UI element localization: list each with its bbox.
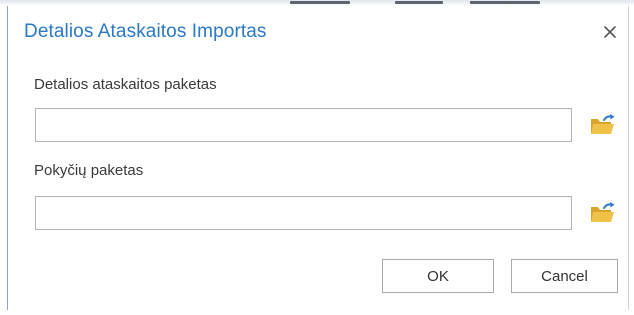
detailed-report-package-browse-button[interactable] (588, 111, 618, 139)
close-button[interactable] (598, 20, 622, 44)
background-window-mark (290, 1, 350, 4)
close-icon (604, 26, 616, 38)
screen: Detalios Ataskaitos Importas Detalios at… (0, 0, 634, 315)
background-window-mark (395, 1, 443, 4)
import-dialog: Detalios Ataskaitos Importas Detalios at… (7, 6, 629, 310)
dialog-title: Detalios Ataskaitos Importas (24, 21, 267, 42)
ok-button[interactable]: OK (382, 259, 494, 293)
folder-open-icon (591, 114, 615, 134)
folder-open-icon (591, 202, 615, 222)
changes-package-input[interactable] (35, 196, 572, 230)
detailed-report-package-input[interactable] (35, 108, 572, 142)
cancel-button[interactable]: Cancel (511, 259, 618, 293)
detailed-report-package-label: Detalios ataskaitos paketas (34, 76, 217, 93)
changes-package-browse-button[interactable] (588, 199, 618, 227)
background-window-mark (470, 1, 540, 4)
changes-package-label: Pokyčių paketas (34, 162, 144, 179)
